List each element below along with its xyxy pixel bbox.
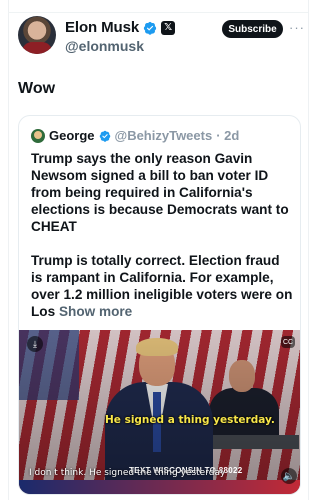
- video-player[interactable]: He signed a thing yesterday. TEXT WISCON…: [19, 330, 300, 494]
- quoted-post-card[interactable]: George @BehizyTweets · 2d Trump says the…: [18, 115, 301, 495]
- quoted-author-handle[interactable]: @BehizyTweets: [115, 128, 213, 143]
- more-options-icon[interactable]: ···: [289, 20, 305, 35]
- quoted-post-body: Trump says the only reason Gavin Newsom …: [31, 150, 293, 337]
- author-name[interactable]: Elon Musk: [65, 19, 139, 36]
- quoted-author-name[interactable]: George: [49, 128, 95, 143]
- left-rail: [8, 0, 9, 500]
- quoted-verified-badge-icon: [99, 130, 110, 142]
- show-more-link[interactable]: Show more: [59, 304, 132, 319]
- quoted-post-header: George @BehizyTweets · 2d: [31, 128, 239, 143]
- author-name-row: Elon Musk 𝕏: [65, 19, 176, 36]
- post-text: Wow: [18, 80, 56, 97]
- x-affiliate-icon: 𝕏: [161, 20, 176, 35]
- volume-icon[interactable]: 🔈: [281, 468, 297, 484]
- author-handle[interactable]: @elonmusk: [65, 38, 144, 54]
- top-divider: [8, 12, 308, 13]
- quoted-paragraph-1: Trump says the only reason Gavin Newsom …: [31, 151, 289, 234]
- author-avatar[interactable]: [18, 16, 56, 54]
- right-rail: [308, 0, 309, 500]
- video-caption-overlay: He signed a thing yesterday.: [105, 414, 275, 426]
- download-icon[interactable]: ⤓: [27, 336, 43, 352]
- verified-badge-icon: [143, 21, 157, 35]
- news-ticker: [19, 480, 300, 494]
- subscribe-button[interactable]: Subscribe: [222, 20, 283, 38]
- quoted-paragraph-2: Trump is totally correct. Election fraud…: [31, 252, 293, 320]
- closed-caption-icon[interactable]: CC: [281, 336, 295, 348]
- quoted-author-avatar[interactable]: [31, 128, 45, 143]
- video-subtitle: I don t think. He signed the thing yeste…: [29, 468, 226, 478]
- quoted-post-time[interactable]: · 2d: [216, 128, 239, 143]
